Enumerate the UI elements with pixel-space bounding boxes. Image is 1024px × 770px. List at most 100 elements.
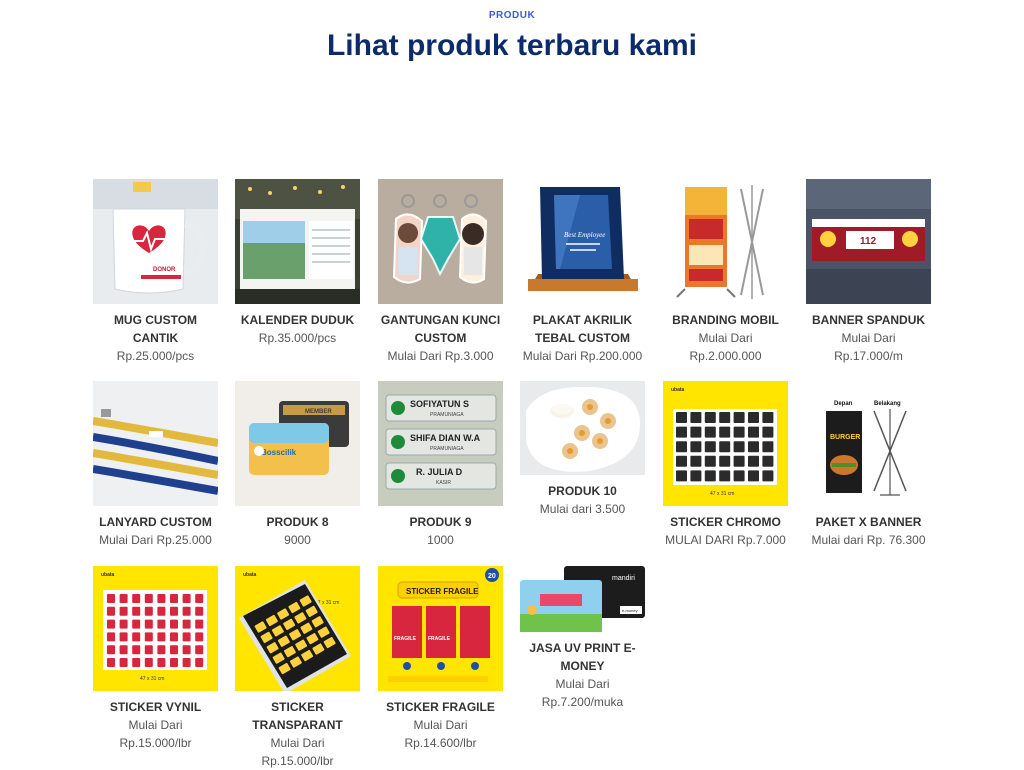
brand-logo-text: ubata bbox=[671, 387, 685, 393]
name-tag-text: R. JULIA D bbox=[416, 467, 463, 477]
sticker-cell bbox=[690, 455, 702, 467]
product-name[interactable]: PAKET X BANNER bbox=[806, 513, 931, 531]
sticker-cell bbox=[182, 645, 191, 655]
sticker-cell bbox=[195, 619, 204, 629]
name-tag-text: SOFIYATUN S bbox=[410, 399, 469, 409]
product-name[interactable]: STICKER CHROMO bbox=[663, 513, 788, 531]
sticker-cell bbox=[170, 594, 178, 603]
sticker-cell bbox=[719, 426, 731, 438]
banner-text: 112 bbox=[860, 236, 877, 247]
name-tag-text: SHIFA DIAN W.A bbox=[410, 433, 481, 443]
sticker-cell bbox=[107, 594, 115, 603]
product-name[interactable]: PLAKAT AKRILIK TEBAL CUSTOM bbox=[520, 311, 645, 347]
product-price: Mulai Dari Rp.3.000 bbox=[387, 349, 494, 363]
cookies-plate-image[interactable] bbox=[520, 381, 645, 475]
keychain-image[interactable] bbox=[378, 179, 503, 304]
product-card[interactable]: ubata 47 x 31 cm STICKER VYNIL Mulai Dar… bbox=[93, 566, 218, 752]
desk-calendar-image[interactable] bbox=[235, 179, 360, 304]
product-card[interactable]: ubata 47 x 31 cm STICKER TRANSPARANT Mul… bbox=[235, 566, 360, 770]
sticker-cell bbox=[748, 426, 759, 438]
sticker-sheet-image[interactable]: ubata 47 x 31 cm bbox=[663, 381, 788, 506]
sticker-cell bbox=[107, 606, 115, 616]
name-tag-image[interactable]: SOFIYATUN S PRAMUNIAGA SHIFA DIAN W.A PR… bbox=[378, 381, 503, 506]
sticker-cell bbox=[144, 632, 153, 642]
sticker-cell bbox=[144, 606, 153, 616]
idcard-text: Bosscilik bbox=[261, 448, 297, 457]
product-name[interactable]: JASA UV PRINT E-MONEY bbox=[520, 639, 645, 675]
emoney-card-image[interactable]: mandiri e-money bbox=[520, 566, 645, 632]
product-card[interactable]: PRODUK 10 Mulai dari 3.500 bbox=[520, 381, 645, 518]
product-name[interactable]: GANTUNGAN KUNCI CUSTOM bbox=[378, 311, 503, 347]
product-card[interactable]: MEMBER Bosscilik PRODUK 8 9000 bbox=[235, 381, 360, 549]
sticker-cell bbox=[170, 632, 178, 642]
sticker-cell bbox=[132, 606, 141, 616]
sticker-cell bbox=[195, 594, 204, 603]
product-card[interactable]: Depan Belakang BURGER PAKET X BANNER Mul… bbox=[806, 381, 931, 549]
product-card[interactable]: GANTUNGAN KUNCI CUSTOM Mulai Dari Rp.3.0… bbox=[378, 179, 503, 365]
acrylic-plaque-image[interactable]: Best Employee bbox=[520, 179, 645, 304]
product-name[interactable]: STICKER VYNIL bbox=[93, 698, 218, 716]
product-card[interactable]: ubata 47 x 31 cm STICKER CHROMO MULAI DA… bbox=[663, 381, 788, 549]
product-price: Mulai Dari Rp.17.000/m bbox=[834, 331, 903, 363]
product-price: Rp.35.000/pcs bbox=[258, 331, 337, 345]
product-name[interactable]: KALENDER DUDUK bbox=[235, 311, 360, 329]
product-card[interactable]: SOFIYATUN S PRAMUNIAGA SHIFA DIAN W.A PR… bbox=[378, 381, 503, 549]
sticker-cell bbox=[733, 441, 745, 453]
product-price: Mulai Dari Rp.25.000 bbox=[99, 533, 212, 547]
product-name[interactable]: STICKER TRANSPARANT bbox=[235, 698, 360, 734]
product-name[interactable]: MUG CUSTOM CANTIK bbox=[93, 311, 218, 347]
product-card[interactable]: Best Employee PLAKAT AKRILIK TEBAL CUSTO… bbox=[520, 179, 645, 365]
sticker-cell bbox=[157, 606, 166, 616]
sticker-cell bbox=[132, 645, 141, 655]
fragile-label: FRAGILE bbox=[394, 636, 417, 642]
product-name[interactable]: PRODUK 8 bbox=[235, 513, 360, 531]
size-label: 47 x 31 cm bbox=[140, 676, 164, 682]
sticker-cell bbox=[719, 412, 731, 423]
product-card[interactable]: LANYARD CUSTOM Mulai Dari Rp.25.000 bbox=[93, 381, 218, 549]
x-banner-stand-image[interactable] bbox=[663, 179, 788, 304]
product-price: Rp.25.000/pcs bbox=[116, 349, 195, 363]
sticker-cell bbox=[144, 645, 153, 655]
sticker-vinyl-image[interactable]: ubata 47 x 31 cm bbox=[93, 566, 218, 691]
product-card[interactable]: KALENDER DUDUK Rp.35.000/pcs bbox=[235, 179, 360, 347]
sticker-cell bbox=[748, 412, 759, 423]
fragile-title: STICKER FRAGILE bbox=[406, 587, 479, 596]
sticker-cell bbox=[690, 426, 702, 438]
sticker-cell bbox=[119, 645, 128, 655]
lanyard-image[interactable] bbox=[93, 381, 218, 506]
sticker-cell bbox=[119, 632, 128, 642]
product-card[interactable]: DONOR MUG CUSTOM CANTIK Rp.25.000/pcs bbox=[93, 179, 218, 365]
sticker-cell bbox=[704, 441, 716, 453]
sticker-cell bbox=[157, 658, 166, 667]
sticker-cell bbox=[195, 645, 204, 655]
product-name[interactable]: LANYARD CUSTOM bbox=[93, 513, 218, 531]
id-card-image[interactable]: MEMBER Bosscilik bbox=[235, 381, 360, 506]
banner-image[interactable]: 112 bbox=[806, 179, 931, 304]
sticker-cell bbox=[195, 606, 204, 616]
sticker-cell bbox=[719, 455, 731, 467]
product-name[interactable]: BANNER SPANDUK bbox=[806, 311, 931, 329]
name-tag-role: PRAMUNIAGA bbox=[430, 446, 464, 452]
sticker-cell bbox=[195, 658, 204, 667]
product-name[interactable]: BRANDING MOBIL bbox=[663, 311, 788, 329]
product-price: Mulai Dari Rp.2.000.000 bbox=[689, 331, 762, 363]
mug-image[interactable]: DONOR bbox=[93, 179, 218, 304]
product-card[interactable]: BRANDING MOBIL Mulai Dari Rp.2.000.000 bbox=[663, 179, 788, 365]
sticker-cell bbox=[748, 441, 759, 453]
product-name[interactable]: PRODUK 10 bbox=[520, 482, 645, 500]
product-name[interactable]: PRODUK 9 bbox=[378, 513, 503, 531]
sticker-cell bbox=[107, 645, 115, 655]
sticker-cell bbox=[733, 426, 745, 438]
sticker-transparent-image[interactable]: ubata 47 x 31 cm bbox=[235, 566, 360, 691]
sticker-cell bbox=[762, 426, 774, 438]
product-card[interactable]: 112 BANNER SPANDUK Mulai Dari Rp.17.000/… bbox=[806, 179, 931, 365]
x-banner-image[interactable]: Depan Belakang BURGER bbox=[806, 381, 931, 506]
product-card[interactable]: mandiri e-money JASA UV PRINT E-MONEY Mu… bbox=[520, 566, 645, 711]
product-price: Mulai Dari Rp.200.000 bbox=[522, 349, 643, 363]
product-card[interactable]: STICKER FRAGILE 20 FRAGILE FRAGILE STICK… bbox=[378, 566, 503, 752]
sticker-cell bbox=[762, 412, 774, 423]
product-name[interactable]: STICKER FRAGILE bbox=[378, 698, 503, 716]
sticker-fragile-image[interactable]: STICKER FRAGILE 20 FRAGILE FRAGILE bbox=[378, 566, 503, 691]
product-price: Mulai Dari Rp.15.000/lbr bbox=[119, 718, 192, 750]
section-title: Lihat produk terbaru kami bbox=[326, 29, 698, 62]
